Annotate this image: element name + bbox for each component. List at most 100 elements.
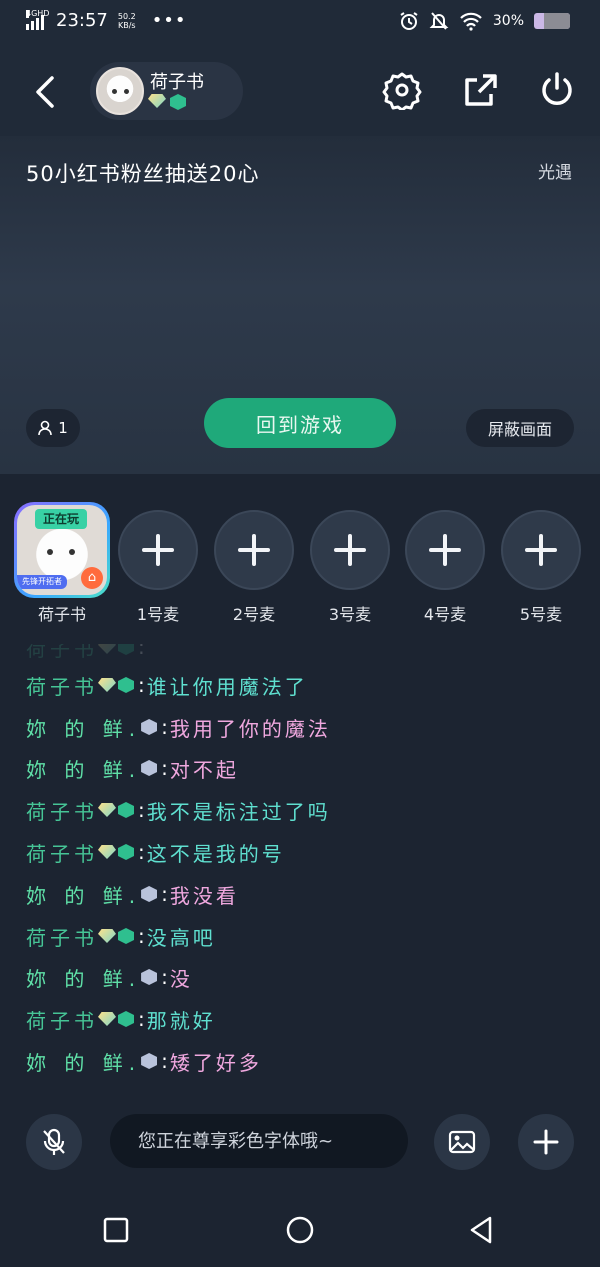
host-badges	[148, 94, 186, 110]
host-seat-label: 荷子书	[37, 605, 86, 624]
host-avatar[interactable]	[96, 67, 144, 115]
mic-off-icon	[43, 1128, 65, 1155]
viewer-count-button[interactable]: 1	[26, 409, 80, 447]
user-badges	[141, 969, 158, 985]
chat-separator: :	[161, 756, 168, 780]
chat-text: 这不是我的号	[146, 841, 285, 866]
mic-seat-5-label: 5号麦	[519, 605, 563, 624]
chat-message[interactable]: 荷子书: 那就好	[26, 1002, 216, 1036]
chat-username[interactable]: 荷子书	[26, 671, 98, 700]
diamond-badge-icon	[98, 644, 116, 654]
mic-seat-5[interactable]	[501, 510, 581, 590]
speed-value: 50.2	[117, 11, 136, 21]
chat-separator: :	[138, 924, 145, 948]
home-icon: ⌂	[81, 567, 103, 589]
user-badges	[141, 1053, 158, 1069]
host-name: 荷子书	[150, 72, 204, 93]
system-nav-bar	[0, 1190, 600, 1267]
person-icon	[38, 420, 53, 436]
gear-icon[interactable]	[382, 70, 422, 110]
chat-text: 我用了你的魔法	[169, 716, 331, 741]
chat-separator: :	[138, 673, 145, 697]
user-badges	[98, 1011, 134, 1027]
host-profile-pill[interactable]: 荷子书	[90, 62, 243, 120]
user-badges	[98, 802, 134, 818]
chat-text: 对不起	[169, 757, 239, 782]
level-badge-icon	[118, 844, 134, 860]
chat-message[interactable]: 荷子书: 这不是我的号	[26, 835, 285, 869]
pioneer-tag: 先锋开拓者	[17, 575, 67, 589]
mic-seat-2[interactable]	[214, 510, 294, 590]
user-badges	[98, 644, 134, 655]
recent-apps-icon[interactable]	[100, 1214, 132, 1246]
chat-message[interactable]: 妳 的 鲜.: 我用了你的魔法	[26, 710, 331, 744]
chat-separator: :	[138, 644, 145, 659]
back-icon[interactable]	[28, 72, 64, 112]
network-type: 4GHD	[26, 8, 50, 18]
home-circle-icon[interactable]	[284, 1214, 316, 1246]
chat-separator: :	[161, 1049, 168, 1073]
alarm-icon	[400, 12, 418, 30]
signal-icon: 4GHD	[26, 8, 50, 30]
game-name: 光遇	[538, 163, 572, 183]
level-badge-icon	[141, 760, 158, 776]
return-to-game-button[interactable]: 回到游戏	[204, 398, 396, 448]
mask-screen-button[interactable]: 屏蔽画面	[466, 409, 574, 447]
diamond-badge-icon	[98, 845, 116, 859]
mic-seat-1[interactable]	[118, 510, 198, 590]
chat-username[interactable]: 荷子书	[26, 922, 98, 951]
chat-username[interactable]: 荷子书	[26, 796, 98, 825]
chat-text: 矮了好多	[169, 1050, 262, 1075]
user-badges	[141, 886, 158, 902]
diamond-badge-icon	[98, 803, 116, 817]
chat-list[interactable]: 荷子书: 荷子书: 谁让你用魔法了妳 的 鲜.: 我用了你的魔法妳 的 鲜.: 对不起荷…	[0, 644, 600, 1094]
chat-text: 没高吧	[146, 925, 216, 950]
chat-username[interactable]: 荷子书	[26, 644, 98, 662]
level-badge-icon	[141, 969, 158, 985]
chat-separator: :	[138, 798, 145, 822]
plus-icon	[533, 1129, 559, 1155]
chat-username[interactable]: 妳 的 鲜.	[26, 713, 141, 742]
mic-seat-2-label: 2号麦	[232, 605, 276, 624]
chat-username[interactable]: 荷子书	[26, 838, 98, 867]
user-badges	[98, 844, 134, 860]
chat-message[interactable]: 妳 的 鲜.: 对不起	[26, 751, 239, 785]
mic-seat-1-label: 1号麦	[136, 605, 180, 624]
host-seat-avatar: 正在玩 先锋开拓者 ⌂	[17, 505, 107, 595]
game-stream-area[interactable]: 50小红书粉丝抽送20心 光遇 1 回到游戏 屏蔽画面	[0, 136, 600, 474]
more-notifications-icon: •••	[151, 10, 187, 31]
chat-message[interactable]: 荷子书:	[26, 644, 147, 664]
power-icon[interactable]	[537, 70, 577, 110]
share-icon[interactable]	[461, 70, 501, 110]
mic-toggle-button[interactable]	[26, 1114, 82, 1170]
image-button[interactable]	[434, 1114, 490, 1170]
back-triangle-icon[interactable]	[466, 1214, 498, 1246]
host-seat[interactable]: 正在玩 先锋开拓者 ⌂	[14, 502, 110, 598]
mic-seat-3[interactable]	[310, 510, 390, 590]
chat-username[interactable]: 妳 的 鲜.	[26, 1047, 141, 1076]
level-badge-icon	[118, 1011, 134, 1027]
room-title: 50小红书粉丝抽送20心	[26, 162, 260, 186]
chat-message[interactable]: 荷子书: 我不是标注过了吗	[26, 793, 331, 827]
mic-seat-3-label: 3号麦	[328, 605, 372, 624]
chat-message[interactable]: 妳 的 鲜.: 矮了好多	[26, 1044, 262, 1078]
chat-username[interactable]: 妳 的 鲜.	[26, 754, 141, 783]
status-bar: 4GHD 23:57 50.2 KB/s ••• 30%	[0, 0, 600, 46]
mic-seat-4[interactable]	[405, 510, 485, 590]
chat-username[interactable]: 妳 的 鲜.	[26, 880, 141, 909]
level-badge-icon	[118, 644, 134, 655]
chat-username[interactable]: 荷子书	[26, 1005, 98, 1034]
diamond-badge-icon	[148, 94, 166, 108]
chat-separator: :	[161, 965, 168, 989]
chat-message[interactable]: 荷子书: 谁让你用魔法了	[26, 668, 308, 702]
chat-username[interactable]: 妳 的 鲜.	[26, 963, 141, 992]
chat-message[interactable]: 荷子书: 没高吧	[26, 919, 216, 953]
user-badges	[141, 760, 158, 776]
chat-message[interactable]: 妳 的 鲜.: 没	[26, 960, 193, 994]
more-button[interactable]	[518, 1114, 574, 1170]
chat-input[interactable]	[110, 1114, 408, 1168]
level-badge-icon	[118, 928, 134, 944]
battery-icon	[534, 13, 570, 29]
chat-text: 我不是标注过了吗	[146, 799, 331, 824]
chat-message[interactable]: 妳 的 鲜.: 我没看	[26, 877, 239, 911]
